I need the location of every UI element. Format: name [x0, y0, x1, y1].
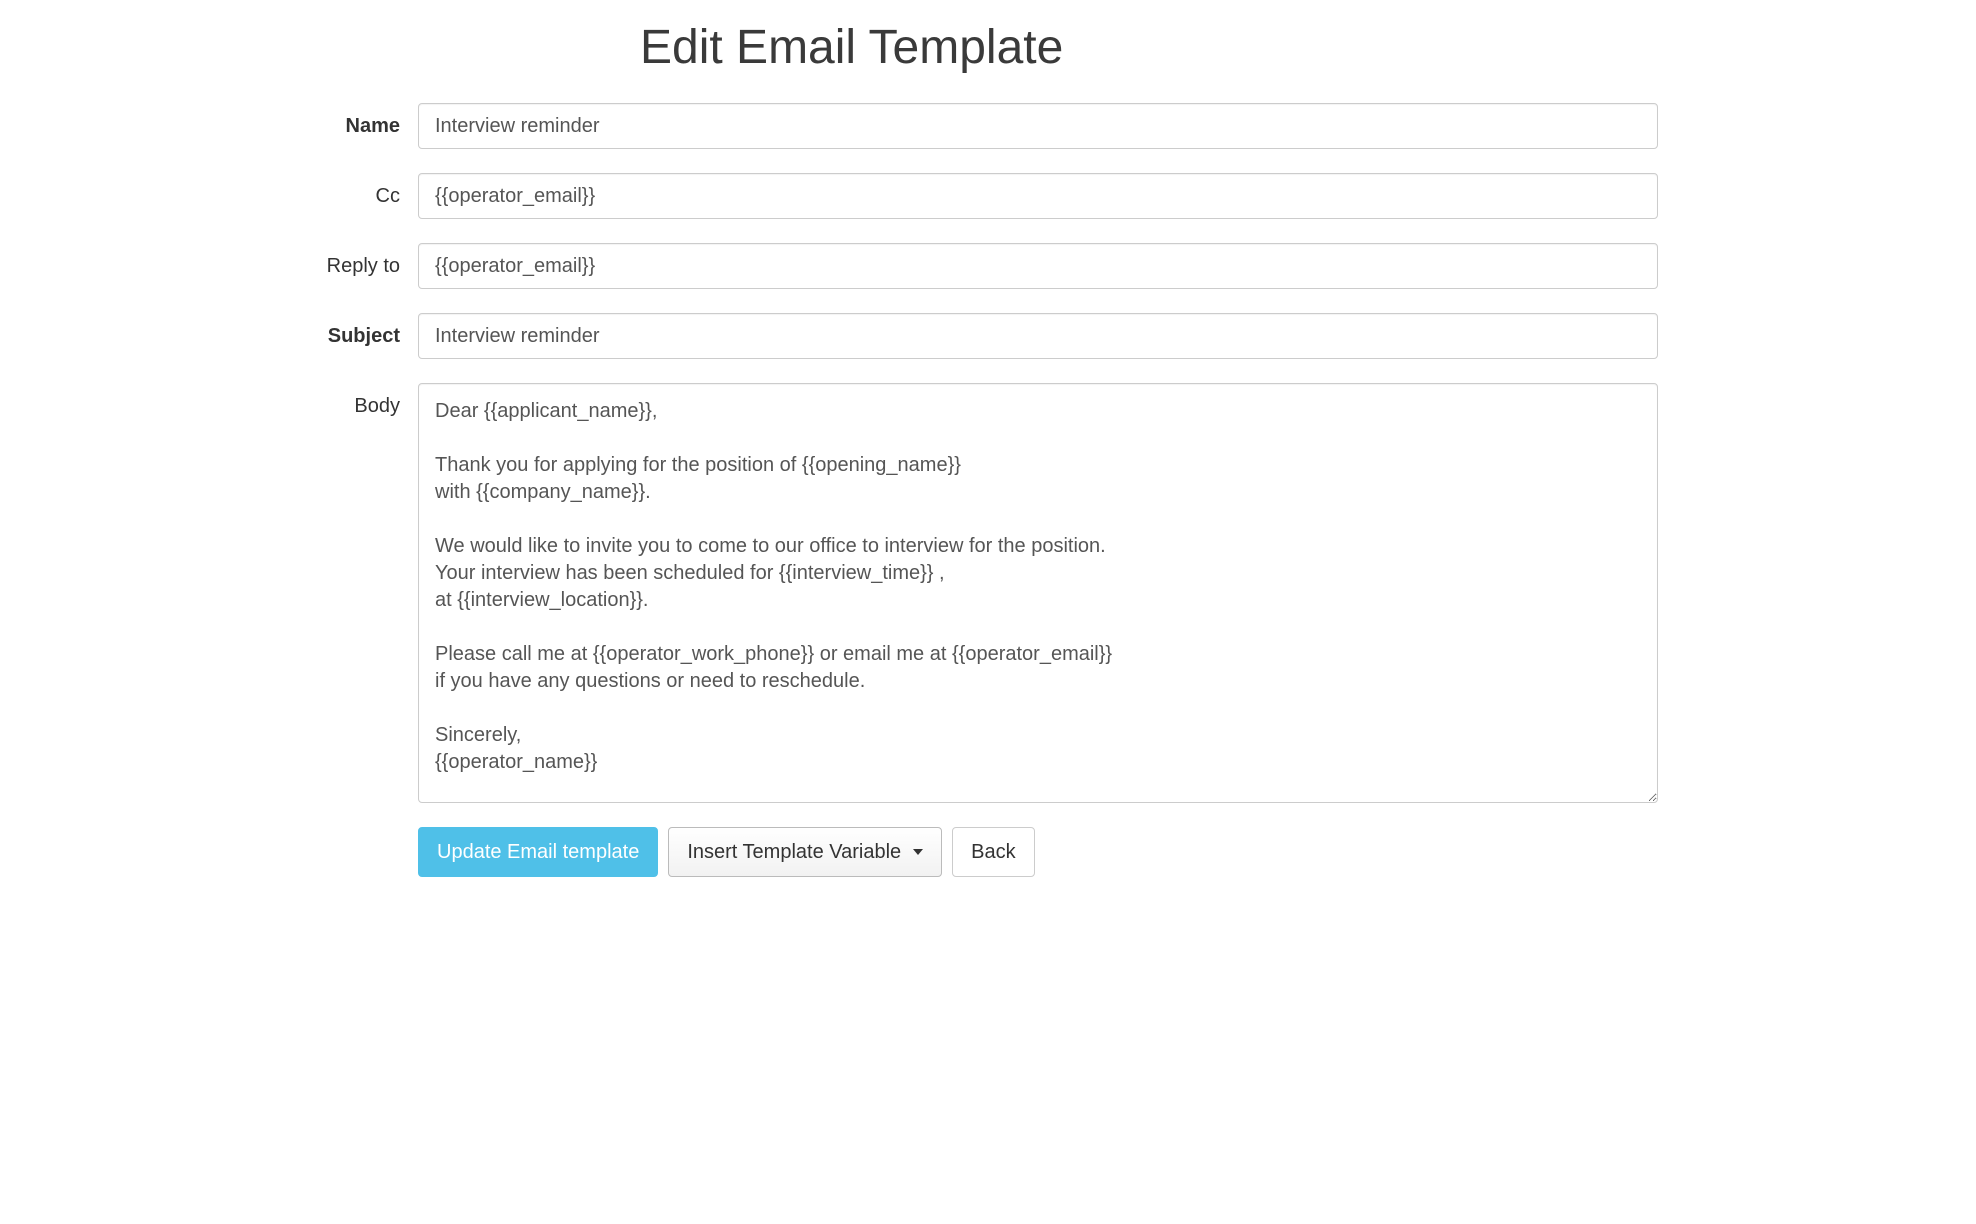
back-button[interactable]: Back: [952, 827, 1034, 877]
reply-to-label: Reply to: [318, 243, 418, 278]
cc-label: Cc: [318, 173, 418, 208]
chevron-down-icon: [913, 849, 923, 855]
form-row-body: Body: [318, 383, 1658, 803]
button-row: Update Email template Insert Template Va…: [418, 827, 1658, 877]
form-row-cc: Cc: [318, 173, 1658, 219]
update-button[interactable]: Update Email template: [418, 827, 658, 877]
body-label: Body: [318, 383, 418, 418]
subject-field[interactable]: [418, 313, 1658, 359]
subject-label: Subject: [318, 313, 418, 348]
insert-variable-label: Insert Template Variable: [687, 838, 901, 866]
form-row-subject: Subject: [318, 313, 1658, 359]
body-field[interactable]: [418, 383, 1658, 803]
form-row-name: Name: [318, 103, 1658, 149]
name-label: Name: [318, 103, 418, 138]
page-title: Edit Email Template: [640, 20, 1658, 75]
insert-variable-button[interactable]: Insert Template Variable: [668, 827, 942, 877]
reply-to-field[interactable]: [418, 243, 1658, 289]
cc-field[interactable]: [418, 173, 1658, 219]
name-field[interactable]: [418, 103, 1658, 149]
form-row-reply-to: Reply to: [318, 243, 1658, 289]
